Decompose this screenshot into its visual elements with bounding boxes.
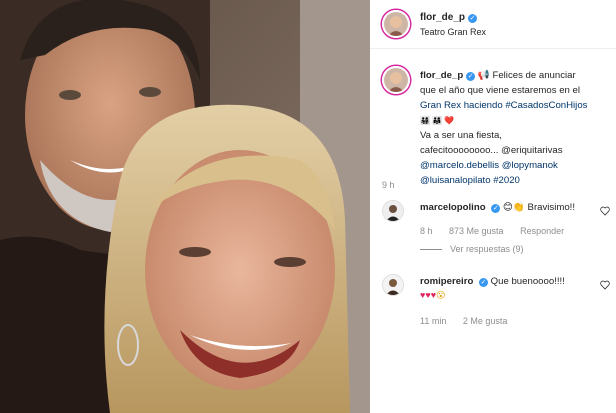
caption-line-3: Gran Rex haciendo #CasadosConHijos — [420, 100, 588, 111]
verified-icon: ✓ — [468, 14, 478, 23]
caption-line-4: Va a ser una fiesta, — [420, 130, 502, 141]
view-replies-label[interactable]: Ver respuestas (9) — [450, 244, 524, 254]
view-replies[interactable]: Ver respuestas (9) — [420, 244, 524, 254]
header-username-row[interactable]: flor_de_p ✓ — [420, 12, 478, 23]
verified-icon: ✓ — [491, 204, 501, 213]
location[interactable]: Teatro Gran Rex — [420, 27, 486, 37]
heart-outline-icon[interactable] — [600, 206, 610, 216]
header-username[interactable]: flor_de_p — [420, 12, 465, 23]
comment-time[interactable]: 8 h — [420, 226, 433, 236]
caption-line-7[interactable]: @luisanalopilato #2020 — [420, 173, 606, 188]
caption-line-2: que el año que viene estaremos en el — [420, 85, 581, 96]
caption-text: flor_de_p ✓ 📢 Felices de anunciar que el … — [420, 68, 606, 188]
reply-button[interactable]: Responder — [520, 226, 564, 236]
divider — [420, 249, 442, 251]
caption-line-6[interactable]: @marcelo.debellis @lopymanok — [420, 158, 606, 173]
heart-outline-icon[interactable] — [600, 280, 610, 290]
family-emoji-icon: 👨‍👩‍👧‍👦 👨‍👩‍👧 ❤️ — [420, 116, 455, 125]
hearts-emoji-icon: ♥♥♥😮 — [420, 290, 446, 300]
comment-text: romipereiro ✓ Que buenoooo!!!! — [420, 276, 565, 287]
smile-emoji-icon: 😊👏 — [502, 202, 525, 213]
comment-body: Bravisimo!! — [527, 202, 575, 213]
post-panel: flor_de_p ✓ Teatro Gran Rex flor_de_p ✓ 📢 … — [370, 0, 616, 413]
verified-icon: ✓ — [466, 72, 476, 81]
selfie-image — [0, 0, 370, 413]
caption-line-1: Felices de anunciar — [492, 70, 576, 81]
comment-username[interactable]: romipereiro — [420, 276, 473, 287]
post-header: flor_de_p ✓ Teatro Gran Rex — [370, 0, 616, 49]
comment-meta: 8 h 873 Me gusta Responder — [420, 226, 578, 236]
commenter-avatar[interactable] — [382, 200, 404, 222]
commenter-avatar[interactable] — [382, 274, 404, 296]
post-photo[interactable] — [0, 0, 370, 413]
caption-avatar[interactable] — [382, 66, 410, 94]
comment-username[interactable]: marcelopolino — [420, 202, 486, 213]
verified-icon: ✓ — [479, 278, 488, 287]
post-time[interactable]: 9 h — [382, 180, 395, 190]
comment-time[interactable]: 11 min — [420, 316, 446, 326]
comment-text: marcelopolino ✓ 😊👏 Bravisimo!! — [420, 202, 575, 213]
megaphone-icon: 📢 — [477, 70, 490, 81]
comment-likes[interactable]: 873 Me gusta — [449, 226, 504, 236]
comment-likes[interactable]: 2 Me gusta — [463, 316, 508, 326]
caption-line-5: cafecitoooooooo... @eriquitarivas — [420, 145, 563, 156]
comment-meta: 11 min 2 Me gusta — [420, 316, 521, 326]
avatar[interactable] — [382, 10, 410, 38]
caption-username[interactable]: flor_de_p — [420, 70, 463, 81]
comment-body: Que buenoooo!!!! — [490, 276, 565, 287]
